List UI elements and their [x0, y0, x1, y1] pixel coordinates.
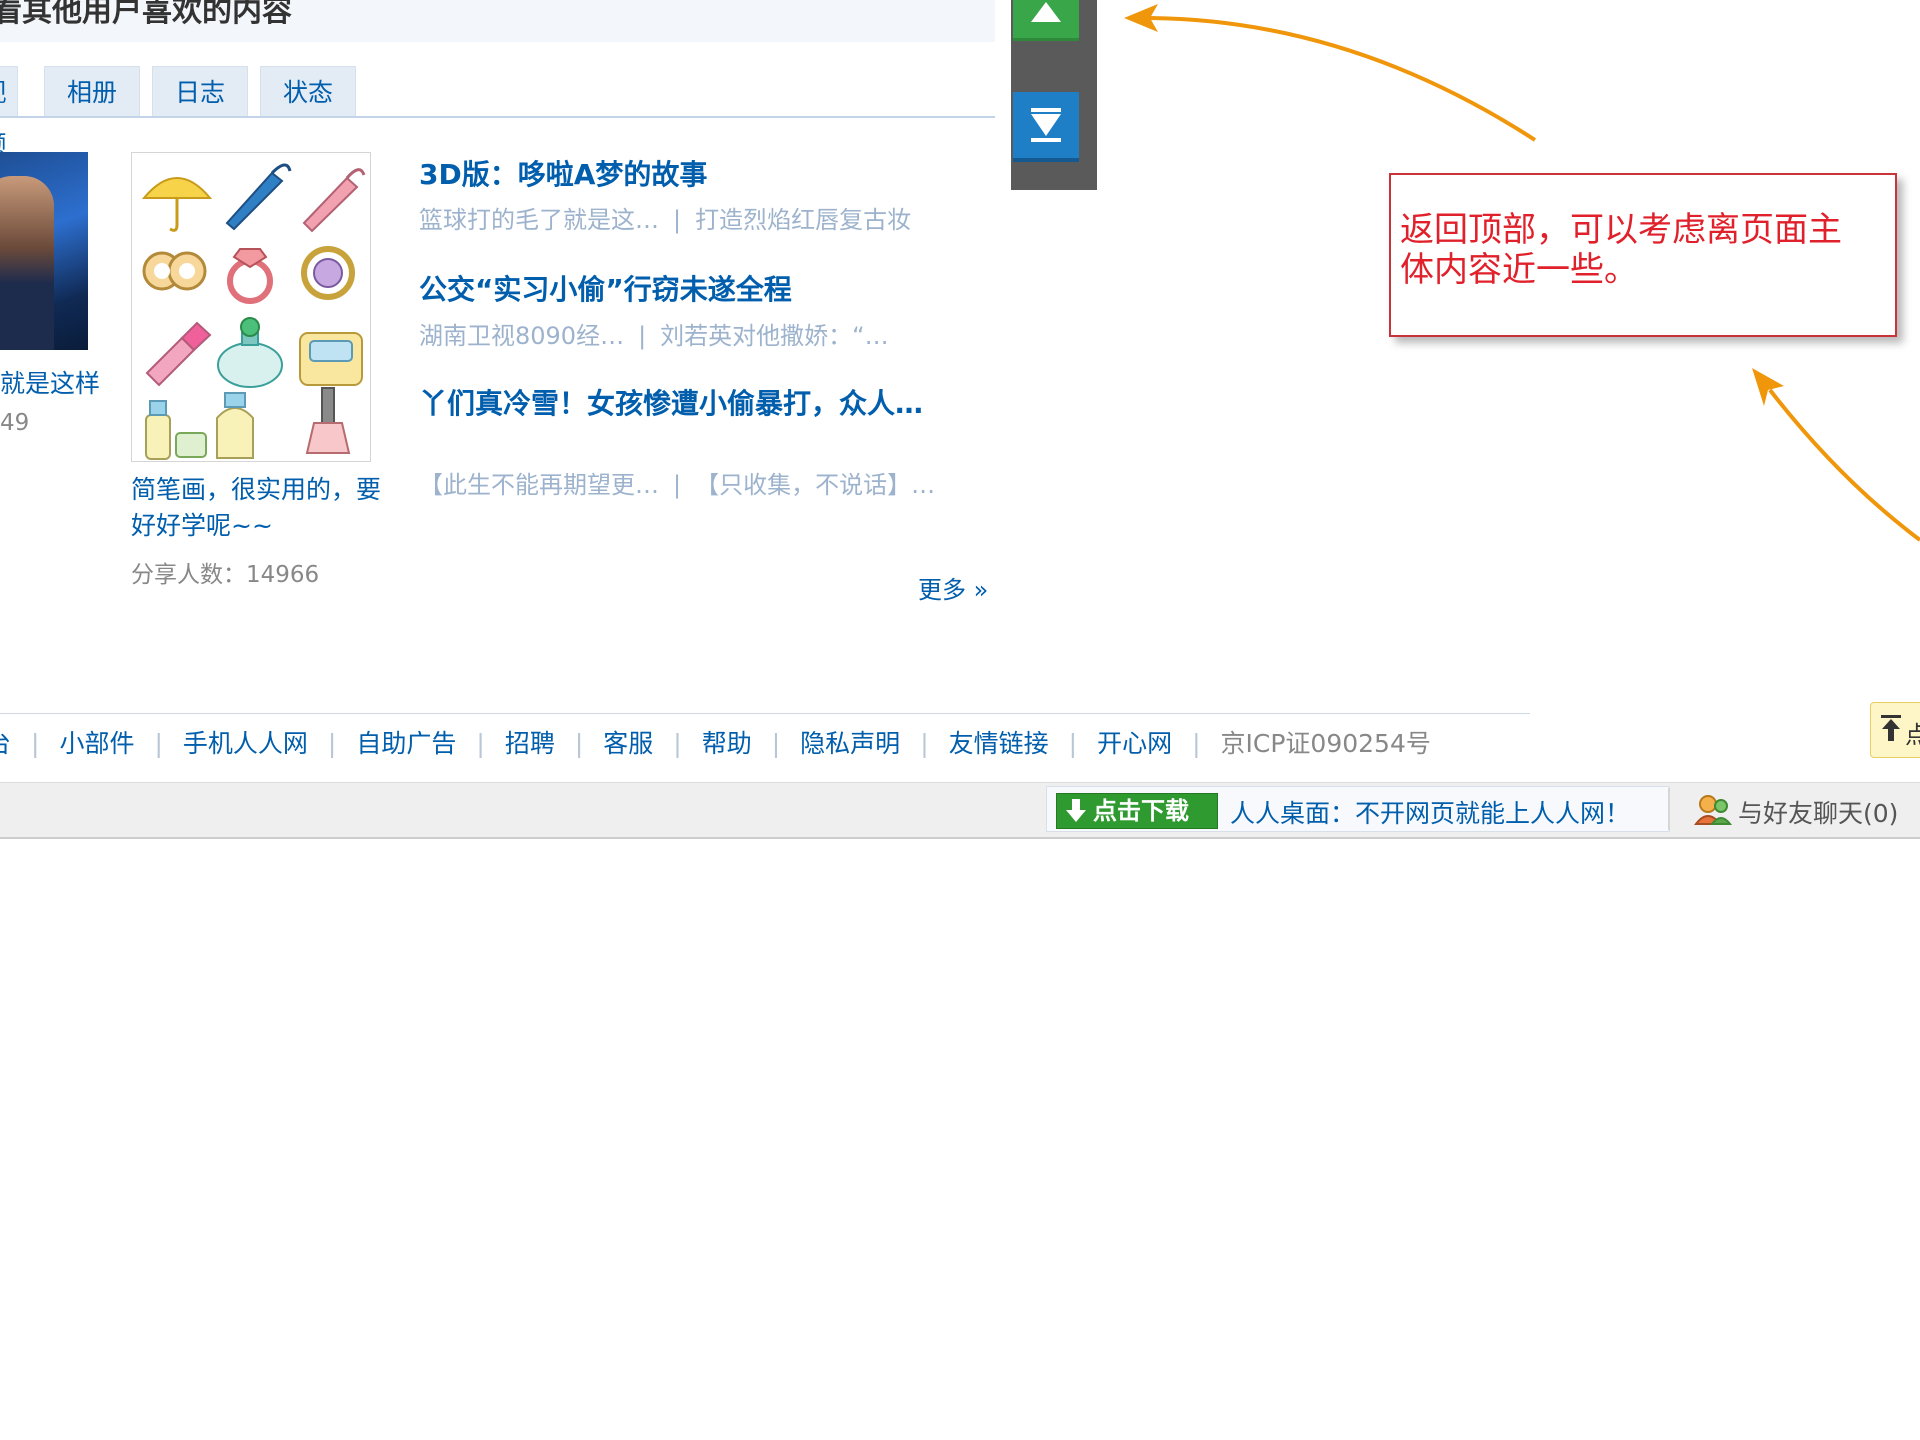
separator: | [771, 729, 781, 758]
icp-license: 京ICP证090254号 [1220, 729, 1431, 758]
footer-links: 台 | 小部件 | 手机人人网 | 自助广告 | 招聘 | 客服 | 帮助 | 隐私声明 | 友情链接 | 开心网 |… [0, 724, 1431, 764]
separator: | [154, 729, 163, 758]
footer-divider [0, 713, 1530, 714]
separator: | [920, 729, 929, 758]
download-label: 点击下载 [1093, 797, 1189, 825]
separator: | [476, 729, 485, 758]
arrow-up-bar-icon [1881, 715, 1901, 741]
footer-link-widgets[interactable]: 小部件 [59, 729, 134, 758]
toolbar-divider [1668, 788, 1670, 830]
arrow-line [1149, 16, 1537, 142]
footer-link-ads[interactable]: 自助广告 [356, 729, 456, 758]
footer-link-kaixin[interactable]: 开心网 [1097, 729, 1172, 758]
footer-link-privacy[interactable]: 隐私声明 [800, 729, 900, 758]
footer-link-mobile[interactable]: 手机人人网 [183, 729, 308, 758]
separator: | [327, 729, 337, 758]
separator: | [673, 729, 682, 758]
download-arrow-icon [1066, 799, 1086, 822]
arrow-line [1768, 388, 1920, 542]
download-button[interactable]: 点击下载 [1056, 793, 1218, 829]
footer-link-help[interactable]: 帮助 [702, 729, 752, 758]
footer-link-friends[interactable]: 友情链接 [949, 729, 1049, 758]
separator: | [574, 729, 584, 758]
separator: | [1068, 729, 1078, 758]
annotation-arrows [1124, 4, 1920, 542]
desktop-promo-text[interactable]: 人人桌面：不开网页就能上人人网！ [1230, 794, 1630, 830]
footer-link[interactable]: 台 [0, 729, 11, 758]
separator: | [31, 729, 40, 758]
side-tag-label: 点 [1905, 721, 1920, 749]
footer-link-support[interactable]: 客服 [603, 729, 653, 758]
separator: | [1192, 729, 1201, 758]
side-back-to-top-tag[interactable]: 点 [1870, 702, 1920, 758]
chat-label: 与好友聊天(0) [1738, 799, 1899, 828]
footer-link-jobs[interactable]: 招聘 [505, 729, 555, 758]
chat-friends-icon [1694, 795, 1732, 825]
